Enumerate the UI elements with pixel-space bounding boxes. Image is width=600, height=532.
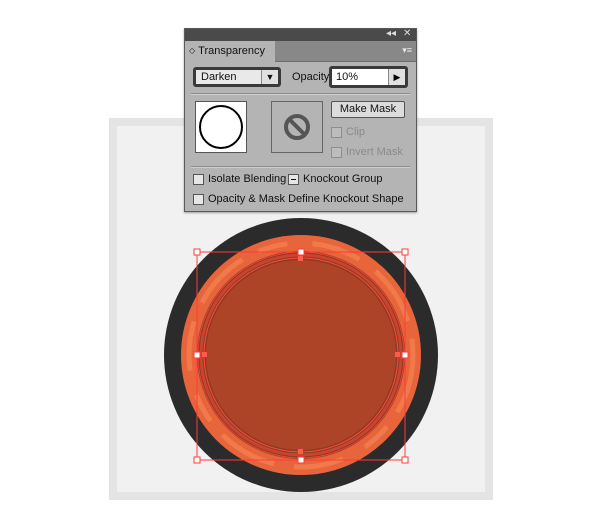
collapse-icon[interactable]: ◂◂	[386, 28, 396, 40]
bbox-handle-bottom-middle[interactable]	[297, 456, 305, 464]
invert-mask-checkbox[interactable]	[331, 147, 342, 158]
panel-tab-row: ◇ Transparency ▾≡	[185, 41, 416, 62]
bbox-handle-top-right[interactable]	[401, 248, 409, 256]
opacity-label: Opacity:	[292, 71, 333, 83]
opacity-slider-arrow-icon[interactable]: ▶	[388, 69, 405, 85]
isolate-blending-label: Isolate Blending	[208, 173, 287, 185]
bbox-handle-bottom-left[interactable]	[193, 456, 201, 464]
panel-title-bar[interactable]: ◂◂ ✕	[185, 28, 416, 41]
circle-thumbnail-icon	[199, 105, 243, 149]
transparency-panel: ◂◂ ✕ ◇ Transparency ▾≡ Darken ▼ Opacity: …	[184, 28, 417, 212]
bbox-handle-top-middle[interactable]	[297, 248, 305, 256]
knockout-group-label: Knockout Group	[303, 173, 383, 185]
anchor-point-bottom[interactable]	[298, 449, 303, 454]
bbox-handle-right-middle[interactable]	[401, 351, 409, 359]
anchor-point-left[interactable]	[202, 352, 207, 357]
make-mask-button[interactable]: Make Mask	[331, 101, 405, 118]
opacity-mask-knockout-checkbox[interactable]	[193, 194, 204, 205]
invert-mask-label: Invert Mask	[346, 146, 403, 158]
knockout-group-checkbox[interactable]	[288, 174, 299, 185]
opacity-mask-knockout-label: Opacity & Mask Define Knockout Shape	[208, 193, 404, 205]
center-fill[interactable]	[206, 260, 396, 450]
tab-transparency[interactable]: ◇ Transparency	[185, 41, 275, 62]
chevron-down-icon[interactable]: ▼	[261, 70, 278, 84]
divider	[191, 166, 410, 168]
clip-label: Clip	[346, 126, 365, 138]
anchor-point-right[interactable]	[395, 352, 400, 357]
tab-expand-icon[interactable]: ◇	[189, 46, 195, 55]
bbox-handle-bottom-right[interactable]	[401, 456, 409, 464]
panel-menu-icon[interactable]: ▾≡	[402, 45, 412, 56]
opacity-field[interactable]: 10% ▶	[329, 66, 408, 88]
bbox-handle-top-left[interactable]	[193, 248, 201, 256]
blend-mode-select[interactable]: Darken ▼	[193, 67, 281, 87]
anchor-point-top[interactable]	[298, 256, 303, 261]
no-mask-icon	[284, 114, 310, 140]
artwork-thumbnail[interactable]	[195, 101, 247, 153]
bbox-handle-left-middle[interactable]	[193, 351, 201, 359]
tab-transparency-label: Transparency	[198, 45, 265, 57]
close-icon[interactable]: ✕	[403, 28, 411, 40]
isolate-blending-checkbox[interactable]	[193, 174, 204, 185]
clip-checkbox[interactable]	[331, 127, 342, 138]
opacity-value[interactable]: 10%	[336, 69, 358, 85]
divider	[191, 93, 410, 95]
blend-mode-value: Darken	[201, 71, 237, 83]
mask-thumbnail[interactable]	[271, 101, 323, 153]
